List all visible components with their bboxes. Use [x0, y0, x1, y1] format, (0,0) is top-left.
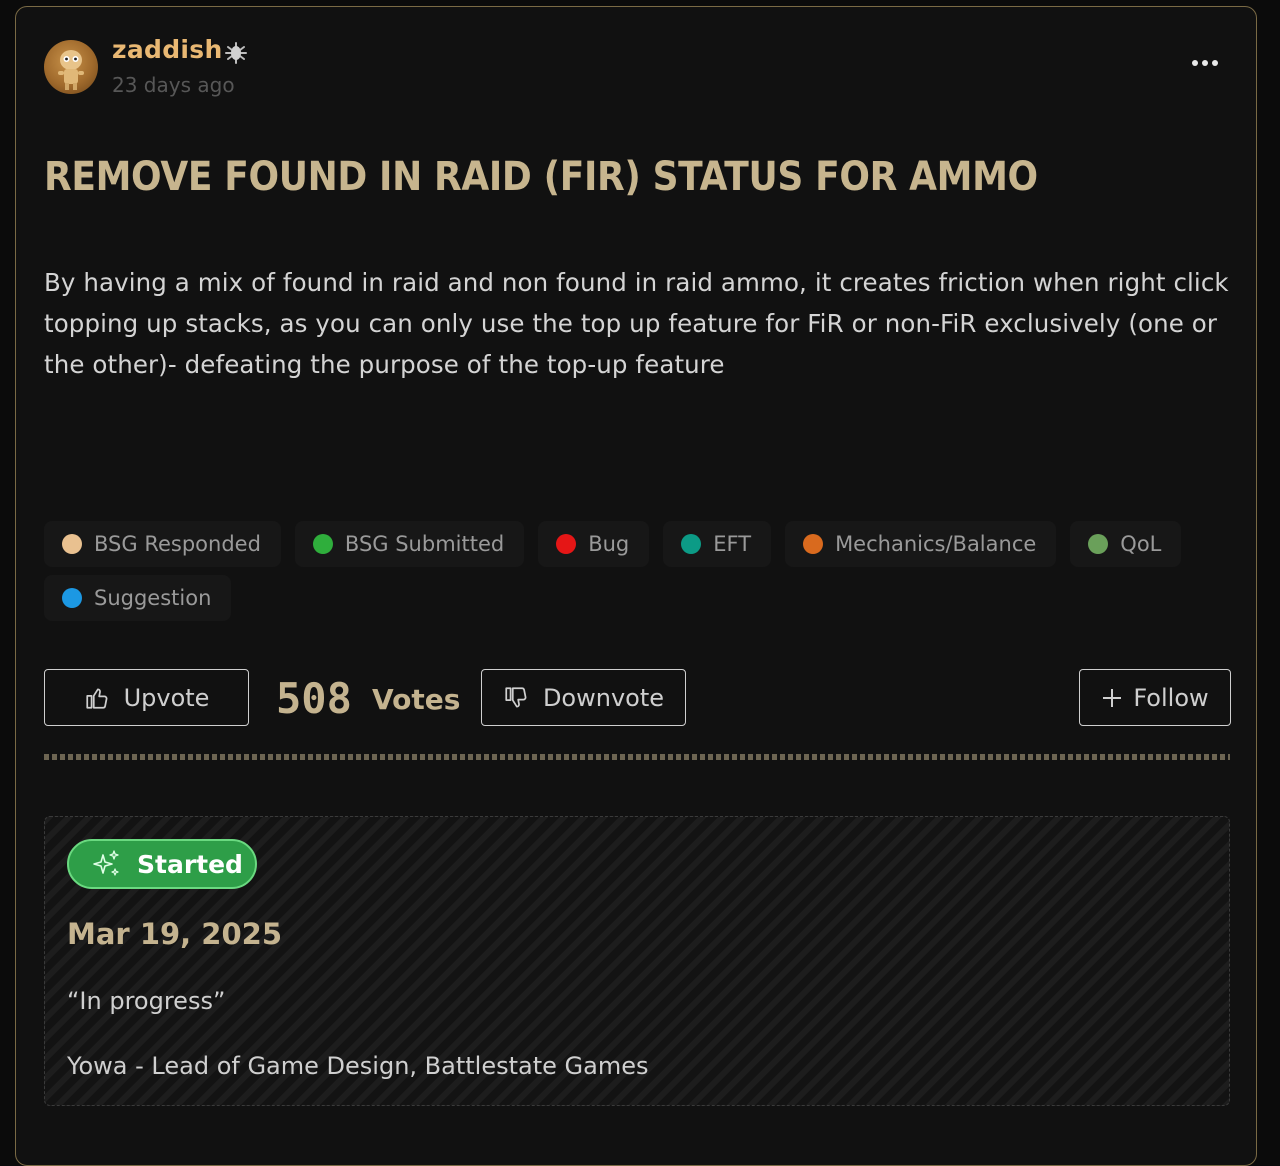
avatar-character-icon [58, 50, 84, 90]
status-author: Yowa - Lead of Game Design, Battlestate … [67, 1052, 649, 1080]
tag-bsg-submitted[interactable]: BSG Submitted [294, 521, 525, 567]
downvote-label: Downvote [542, 683, 665, 712]
status-message: “In progress” [67, 987, 226, 1015]
more-icon[interactable] [1192, 53, 1232, 73]
status-badge: Started [67, 839, 257, 889]
upvote-button[interactable]: Upvote [44, 669, 249, 726]
post-title: REMOVE FOUND IN RAID (FIR) STATUS FOR AM… [44, 154, 1038, 200]
status-date: Mar 19, 2025 [67, 917, 283, 951]
section-divider [44, 754, 1230, 760]
tag-qol[interactable]: QoL [1070, 521, 1182, 567]
tag-color-dot [312, 534, 333, 554]
thumbs-up-icon [85, 687, 107, 709]
vote-count: 508 [276, 674, 352, 723]
tag-color-dot [681, 534, 702, 554]
status-label: Started [137, 849, 243, 879]
tag-label: EFT [713, 532, 752, 556]
tag-suggestion[interactable]: Suggestion [44, 575, 232, 621]
tag-color-dot [62, 534, 82, 554]
tag-color-dot [556, 534, 577, 554]
tag-label: Bug [588, 532, 630, 556]
downvote-button[interactable]: Downvote [481, 669, 686, 726]
tag-label: Mechanics/Balance [835, 532, 1037, 556]
follow-button[interactable]: Follow [1079, 669, 1231, 726]
tag-color-dot [803, 534, 824, 554]
tag-label: BSG Submitted [344, 532, 505, 556]
tag-list: BSG Responded BSG Submitted Bug EFT Mech… [44, 521, 1234, 621]
post-body: By having a mix of found in raid and non… [44, 268, 1229, 379]
tag-color-dot [1088, 534, 1109, 554]
tag-label: QoL [1120, 532, 1162, 556]
tag-color-dot [62, 588, 82, 608]
bug-icon [225, 42, 247, 64]
upvote-label: Upvote [123, 683, 210, 712]
thumbs-down-icon [505, 686, 527, 708]
plus-icon [1103, 688, 1122, 707]
tag-mechanics-balance[interactable]: Mechanics/Balance [785, 521, 1057, 567]
follow-label: Follow [1133, 683, 1209, 712]
tag-bug[interactable]: Bug [538, 521, 650, 567]
author-avatar[interactable] [44, 40, 98, 94]
post-card: zaddish 23 days ago REMOVE FOUND IN RAID… [15, 6, 1257, 1166]
post-timestamp: 23 days ago [112, 73, 235, 97]
tag-eft[interactable]: EFT [663, 521, 772, 567]
tag-label: BSG Responded [94, 532, 261, 556]
sparkles-icon [93, 850, 119, 876]
status-update-panel: Started Mar 19, 2025 “In progress” Yowa … [44, 816, 1230, 1106]
author-name[interactable]: zaddish [112, 35, 223, 64]
tag-bsg-responded[interactable]: BSG Responded [44, 521, 281, 567]
vote-count-label: Votes [372, 683, 461, 716]
tag-label: Suggestion [94, 586, 212, 610]
